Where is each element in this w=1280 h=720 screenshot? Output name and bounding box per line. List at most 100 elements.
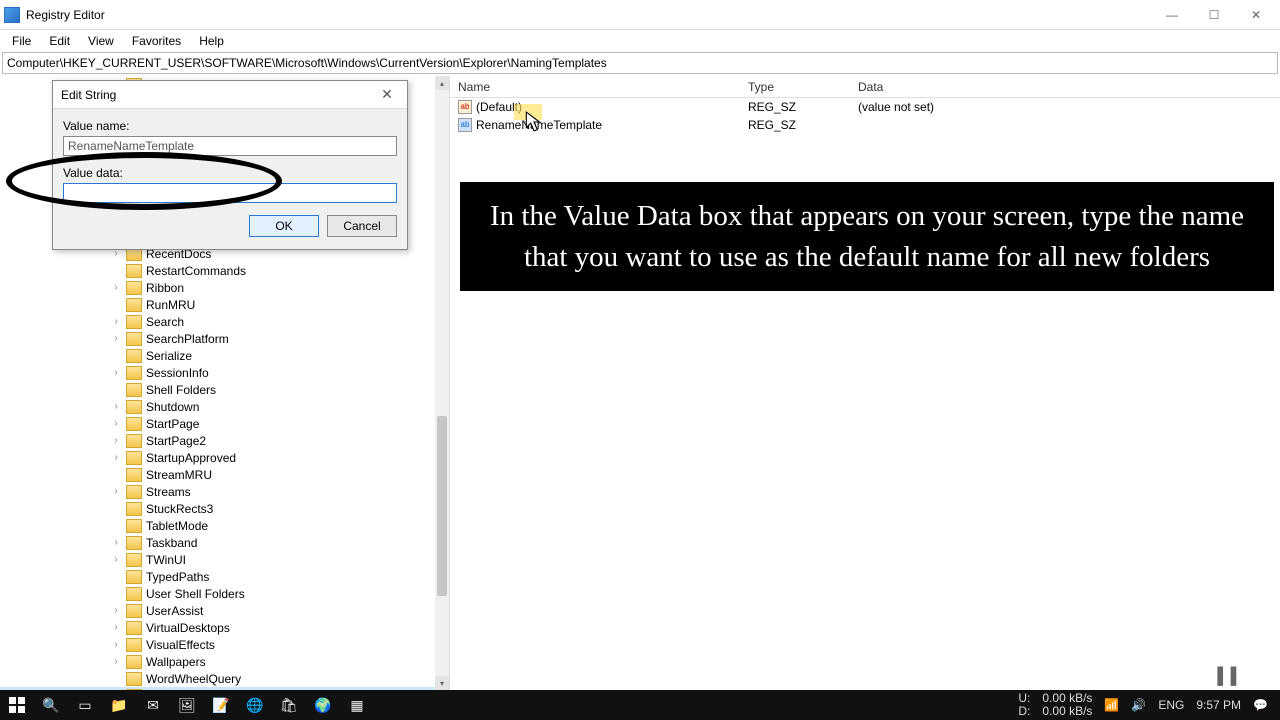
value-row[interactable]: ab(Default)REG_SZ(value not set) xyxy=(450,98,1280,116)
window-buttons: — ☐ ✕ xyxy=(1152,4,1276,26)
tree-item-shell-folders[interactable]: Shell Folders xyxy=(0,381,435,398)
search-icon[interactable]: 🔍 xyxy=(34,690,68,720)
chevron-icon[interactable]: › xyxy=(110,605,122,616)
tree-item-startpage2[interactable]: ›StartPage2 xyxy=(0,432,435,449)
chevron-icon[interactable]: › xyxy=(110,486,122,497)
address-bar[interactable]: Computer\HKEY_CURRENT_USER\SOFTWARE\Micr… xyxy=(2,52,1278,74)
tree-item-search[interactable]: ›Search xyxy=(0,313,435,330)
pause-icon: ▌▌ xyxy=(1217,668,1244,686)
scroll-thumb[interactable] xyxy=(437,416,447,596)
value-name-input[interactable] xyxy=(63,136,397,156)
tree-item-ribbon[interactable]: › Ribbon xyxy=(0,279,435,296)
taskview-icon[interactable]: ▭ xyxy=(68,690,102,720)
chevron-icon[interactable]: › xyxy=(110,367,122,378)
notifications-icon[interactable]: 💬 xyxy=(1253,698,1268,712)
tree-item-startupapproved[interactable]: ›StartupApproved xyxy=(0,449,435,466)
tree-item-virtualdesktops[interactable]: ›VirtualDesktops xyxy=(0,619,435,636)
chevron-icon[interactable]: › xyxy=(110,316,122,327)
tree-item-shutdown[interactable]: ›Shutdown xyxy=(0,398,435,415)
store-icon[interactable]: 🛍 xyxy=(272,690,306,720)
col-data[interactable]: Data xyxy=(850,80,1280,94)
col-type[interactable]: Type xyxy=(740,80,850,94)
tree-label: Ribbon xyxy=(146,281,184,295)
tree-item-taskband[interactable]: ›Taskband xyxy=(0,534,435,551)
value-data-input[interactable] xyxy=(63,183,397,203)
value-data: (value not set) xyxy=(850,100,1280,114)
folder-icon xyxy=(126,451,142,465)
menu-view[interactable]: View xyxy=(80,32,122,50)
tree-item-serialize[interactable]: Serialize xyxy=(0,347,435,364)
tree-item-streammru[interactable]: StreamMRU xyxy=(0,466,435,483)
tree-item-restartcommands[interactable]: RestartCommands xyxy=(0,262,435,279)
list-header: Name Type Data xyxy=(450,76,1280,98)
titlebar: Registry Editor — ☐ ✕ xyxy=(0,0,1280,30)
notepad-icon[interactable]: 📝 xyxy=(204,690,238,720)
mail-icon[interactable]: ✉ xyxy=(136,690,170,720)
tree-item-sessioninfo[interactable]: ›SessionInfo xyxy=(0,364,435,381)
folder-icon xyxy=(126,315,142,329)
tree-item-tabletmode[interactable]: TabletMode xyxy=(0,517,435,534)
menu-file[interactable]: File xyxy=(4,32,39,50)
dialog-close-icon[interactable]: ✕ xyxy=(375,86,399,103)
chevron-icon[interactable]: › xyxy=(110,418,122,429)
menu-help[interactable]: Help xyxy=(191,32,232,50)
tree-item-wordwheelquery[interactable]: WordWheelQuery xyxy=(0,670,435,687)
wifi-icon[interactable]: 📶 xyxy=(1104,698,1119,712)
tree-item-startpage[interactable]: › StartPage xyxy=(0,415,435,432)
folder-icon xyxy=(126,468,142,482)
value-data-label: Value data: xyxy=(63,166,397,180)
scroll-down-button[interactable]: ▾ xyxy=(435,676,449,690)
chevron-icon[interactable]: › xyxy=(110,282,122,293)
value-icon: ab xyxy=(458,118,472,132)
tree-item-runmru[interactable]: RunMRU xyxy=(0,296,435,313)
tree-item-visualeffects[interactable]: ›VisualEffects xyxy=(0,636,435,653)
tree-label: StreamMRU xyxy=(146,468,212,482)
explorer-icon[interactable]: 📁 xyxy=(102,690,136,720)
chevron-icon[interactable]: › xyxy=(110,622,122,633)
sound-icon[interactable]: 🔊 xyxy=(1131,698,1146,712)
tree-item-twinui[interactable]: ›TWinUI xyxy=(0,551,435,568)
minimize-button[interactable]: — xyxy=(1152,4,1192,26)
tree-item-user-shell-folders[interactable]: User Shell Folders xyxy=(0,585,435,602)
tree-item-stuckrects3[interactable]: StuckRects3 xyxy=(0,500,435,517)
folder-icon xyxy=(126,417,142,431)
tree-label: WordWheelQuery xyxy=(146,672,241,686)
tree-item-userassist[interactable]: ›UserAssist xyxy=(0,602,435,619)
tree-item-searchplatform[interactable]: ›SearchPlatform xyxy=(0,330,435,347)
chevron-icon[interactable]: › xyxy=(110,435,122,446)
cancel-button[interactable]: Cancel xyxy=(327,215,397,237)
scroll-up-button[interactable]: ▴ xyxy=(435,76,449,90)
chevron-icon[interactable]: › xyxy=(110,452,122,463)
dialog-titlebar[interactable]: Edit String ✕ xyxy=(53,81,407,109)
tree-item-streams[interactable]: ›Streams xyxy=(0,483,435,500)
chevron-icon[interactable]: › xyxy=(110,401,122,412)
menubar: File Edit View Favorites Help xyxy=(0,30,1280,52)
value-row[interactable]: abRenameNameTemplateREG_SZ xyxy=(450,116,1280,134)
chevron-icon[interactable]: › xyxy=(110,537,122,548)
tree-scrollbar[interactable]: ▴ ▾ xyxy=(435,76,449,690)
edit-string-dialog: Edit String ✕ Value name: Value data: OK… xyxy=(52,80,408,250)
chevron-icon[interactable]: › xyxy=(110,639,122,650)
close-button[interactable]: ✕ xyxy=(1236,4,1276,26)
menu-favorites[interactable]: Favorites xyxy=(124,32,189,50)
maximize-button[interactable]: ☐ xyxy=(1194,4,1234,26)
edge-icon[interactable]: 🌐 xyxy=(238,690,272,720)
tree-item-wallpapers[interactable]: ›Wallpapers xyxy=(0,653,435,670)
tree-label: StartPage xyxy=(146,417,199,431)
chevron-icon[interactable]: › xyxy=(110,333,122,344)
chevron-icon[interactable]: › xyxy=(110,656,122,667)
dialog-title: Edit String xyxy=(61,88,375,102)
folder-icon xyxy=(126,485,142,499)
menu-edit[interactable]: Edit xyxy=(41,32,78,50)
photos-icon[interactable]: 🖼 xyxy=(170,690,204,720)
folder-icon xyxy=(126,519,142,533)
start-button[interactable] xyxy=(0,690,34,720)
ok-button[interactable]: OK xyxy=(249,215,319,237)
browser-icon[interactable]: 🌍 xyxy=(306,690,340,720)
lang-indicator[interactable]: ENG xyxy=(1158,698,1184,712)
clock[interactable]: 9:57 PM xyxy=(1196,698,1241,712)
chevron-icon[interactable]: › xyxy=(110,554,122,565)
tree-item-typedpaths[interactable]: TypedPaths xyxy=(0,568,435,585)
col-name[interactable]: Name xyxy=(450,80,740,94)
regedit-icon[interactable]: ▦ xyxy=(340,690,374,720)
